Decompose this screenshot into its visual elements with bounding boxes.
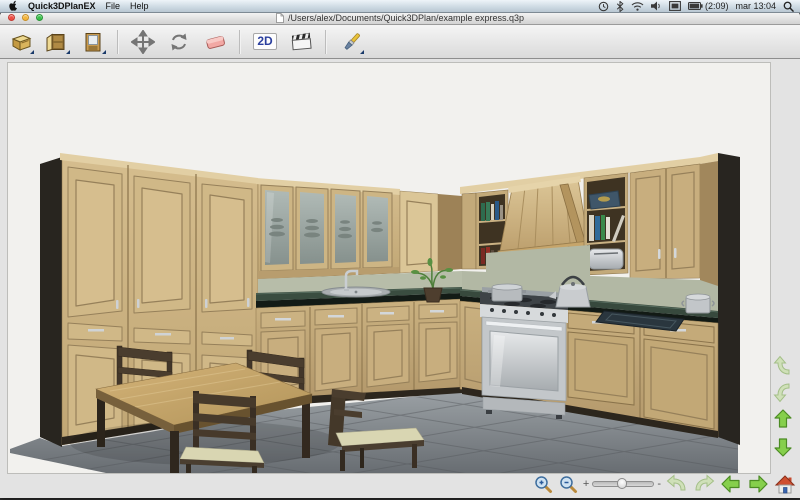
zoom-slider[interactable]: + - [583,479,661,489]
dropdown-triangle [102,50,106,54]
battery-time: (2:09) [705,1,729,11]
menu-bar: Quick3DPlanEX File Help (2:09) mar 13:04 [0,0,800,13]
sink[interactable] [322,287,390,297]
zoom-in-button[interactable] [533,474,553,494]
dropdown-triangle [66,50,70,54]
mode-2d-tool[interactable]: 2D [250,28,280,56]
zoom-button[interactable] [36,14,43,21]
title-bar[interactable]: /Users/alex/Documents/Quick3DPlan/exampl… [0,11,800,25]
arrow-up-icon [772,408,794,430]
paint-tool[interactable] [336,28,366,56]
curved-arrow-left-icon [666,474,688,494]
zoom-out-button[interactable] [558,474,578,494]
rotate-right-button[interactable] [693,474,715,494]
document-icon [276,13,284,23]
eraser-tool[interactable] [200,28,230,56]
home-icon [774,474,796,495]
toaster [589,249,623,269]
toolbar-separator [325,30,327,54]
orbit-down-button[interactable] [772,382,794,402]
close-button[interactable] [8,14,15,21]
curved-arrow-up-icon [773,355,793,377]
movie-tool[interactable] [286,28,316,56]
zoom-slider-thumb[interactable] [617,478,627,489]
pan-right-button[interactable] [747,473,769,495]
zoom-out-icon [558,474,578,494]
menu-help[interactable]: Help [130,1,149,11]
app-window: /Users/alex/Documents/Quick3DPlan/exampl… [0,11,800,498]
rotate-left-button[interactable] [666,474,688,494]
arrow-down-icon [772,436,794,458]
orbit-up-button[interactable] [772,356,794,376]
camera-vertical-controls [772,356,794,458]
view-controls-bar: + - [0,472,800,496]
zoom-plus-label: + [583,479,589,489]
left-wall-end-panel [40,157,62,447]
clapperboard-icon [289,30,314,54]
pan-left-button[interactable] [720,473,742,495]
toolbar-separator [117,30,119,54]
move-tool[interactable] [128,28,158,56]
spotlight-icon[interactable] [783,1,794,12]
dropdown-triangle [30,50,34,54]
volume-menu-icon[interactable] [651,1,662,11]
bluetooth-menu-icon[interactable] [616,1,624,12]
move-icon [131,30,155,54]
arrow-left-icon [720,473,742,495]
display-menu-icon[interactable] [669,1,681,11]
wall-cabinet-tool[interactable] [42,28,72,56]
zoom-slider-track[interactable] [592,481,654,487]
right-wall-end-panel [718,153,740,445]
wifi-menu-icon[interactable] [631,1,644,11]
kitchen-scene [8,63,770,473]
silver-pot [682,294,714,313]
eraser-icon [203,30,228,54]
toolbar: 2D [0,25,800,59]
arrow-right-icon [747,473,769,495]
base-cabinet-tool[interactable] [6,28,36,56]
zoom-minus-label: - [657,479,661,489]
mode-2d-label: 2D [253,33,276,50]
battery-icon [688,2,703,10]
rotate-icon [167,30,191,54]
home-view-button[interactable] [774,474,796,495]
minimize-button[interactable] [22,14,29,21]
apple-icon [8,0,18,11]
time-machine-menu-icon[interactable] [598,1,609,12]
battery-menu-item[interactable]: (2:09) [688,1,729,11]
pan-up-button[interactable] [772,408,794,430]
open-shelf-right [584,173,628,275]
pan-down-button[interactable] [772,436,794,458]
glass-wall-cabinets[interactable] [256,178,400,279]
window-title: /Users/alex/Documents/Quick3DPlan/exampl… [288,13,524,23]
curved-arrow-right-icon [693,474,715,494]
pot [488,284,526,301]
toolbar-separator [239,30,241,54]
app-name[interactable]: Quick3DPlanEX [28,1,96,11]
menu-file[interactable]: File [106,1,121,11]
zoom-in-icon [533,474,553,494]
tall-cabinet-tool[interactable] [78,28,108,56]
curved-arrow-down-icon [773,381,793,403]
rotate-tool[interactable] [164,28,194,56]
apple-menu[interactable] [8,0,18,13]
menu-clock[interactable]: mar 13:04 [735,1,776,11]
viewport-3d[interactable] [7,62,771,474]
dropdown-triangle [360,50,364,54]
